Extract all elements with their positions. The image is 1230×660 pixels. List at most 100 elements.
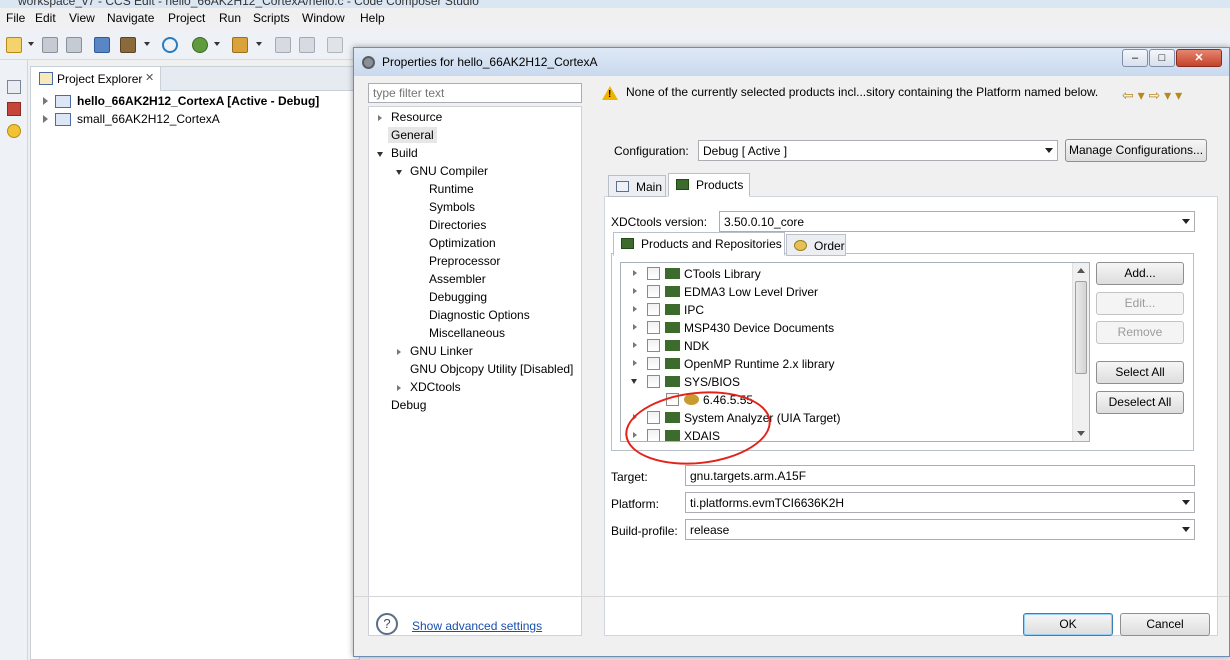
help-icon[interactable]: ? xyxy=(376,613,398,635)
chevron-right-icon[interactable] xyxy=(43,115,48,123)
dialog-title-bar[interactable]: Properties for hello_66AK2H12_CortexA – … xyxy=(354,48,1229,76)
chevron-down-icon[interactable] xyxy=(396,170,402,175)
remove-button[interactable]: Remove xyxy=(1096,321,1184,344)
hammer-icon[interactable] xyxy=(120,37,136,53)
chevron-right-icon[interactable] xyxy=(633,360,637,366)
chevron-right-icon[interactable] xyxy=(397,349,401,355)
toggle-icon[interactable] xyxy=(275,37,291,53)
product-checkbox[interactable] xyxy=(647,321,660,334)
tab-products[interactable]: Products xyxy=(668,173,750,197)
nav-item-assembler[interactable]: Assembler xyxy=(429,272,486,290)
menu-window[interactable]: Window xyxy=(302,11,345,25)
chevron-right-icon[interactable] xyxy=(378,115,382,121)
menu-navigate[interactable]: Navigate xyxy=(107,11,154,25)
chevron-right-icon[interactable] xyxy=(397,385,401,391)
outline-icon[interactable] xyxy=(7,102,21,116)
chevron-right-icon[interactable] xyxy=(43,97,48,105)
chevron-down-icon[interactable] xyxy=(631,379,637,384)
select-all-button[interactable]: Select All xyxy=(1096,361,1184,384)
nav-item-build[interactable]: Build xyxy=(377,146,418,164)
tab-products-repositories[interactable]: Products and Repositories xyxy=(613,232,785,256)
menu-view[interactable]: View xyxy=(69,11,95,25)
tab-order[interactable]: Order xyxy=(786,234,846,256)
nav-item-gnu-compiler[interactable]: GNU Compiler xyxy=(396,164,488,182)
menu-scripts[interactable]: Scripts xyxy=(253,11,290,25)
save-icon[interactable] xyxy=(42,37,58,53)
nav-item-runtime[interactable]: Runtime xyxy=(429,182,474,200)
chevron-down-icon[interactable] xyxy=(256,42,262,46)
back-icon[interactable] xyxy=(327,37,343,53)
product-row[interactable]: NDK xyxy=(621,337,1073,355)
tab-main[interactable]: Main xyxy=(608,175,666,197)
toggle-icon-2[interactable] xyxy=(299,37,315,53)
product-checkbox[interactable] xyxy=(647,339,660,352)
menu-run[interactable]: Run xyxy=(219,11,241,25)
manage-configurations-button[interactable]: Manage Configurations... xyxy=(1065,139,1207,162)
menu-edit[interactable]: Edit xyxy=(35,11,56,25)
debug-icon[interactable] xyxy=(192,37,208,53)
chevron-right-icon[interactable] xyxy=(633,324,637,330)
terminal-icon[interactable] xyxy=(94,37,110,53)
nav-item-gnu-linker[interactable]: GNU Linker xyxy=(397,344,473,362)
product-row-sysbios[interactable]: SYS/BIOS xyxy=(621,373,1073,391)
nav-item-general[interactable]: General xyxy=(388,127,437,146)
maximize-button[interactable]: □ xyxy=(1149,49,1175,67)
product-checkbox[interactable] xyxy=(647,285,660,298)
product-checkbox[interactable] xyxy=(647,267,660,280)
restore-icon[interactable] xyxy=(7,80,21,94)
platform-select[interactable]: ti.platforms.evmTCI6636K2H xyxy=(685,492,1195,513)
chevron-right-icon[interactable] xyxy=(633,270,637,276)
nav-item-symbols[interactable]: Symbols xyxy=(429,200,475,218)
product-checkbox[interactable] xyxy=(647,375,660,388)
product-checkbox[interactable] xyxy=(647,303,660,316)
product-row[interactable]: MSP430 Device Documents xyxy=(621,319,1073,337)
search-icon[interactable] xyxy=(162,37,178,53)
nav-item-optimization[interactable]: Optimization xyxy=(429,236,496,254)
xdctools-select[interactable]: 3.50.0.10_core xyxy=(719,211,1195,232)
minimize-button[interactable]: – xyxy=(1122,49,1148,67)
nav-item-gnu-objcopy[interactable]: GNU Objcopy Utility [Disabled] xyxy=(410,362,573,380)
edit-button[interactable]: Edit... xyxy=(1096,292,1184,315)
chevron-down-icon[interactable] xyxy=(377,152,383,157)
target-input[interactable]: gnu.targets.arm.A15F xyxy=(685,465,1195,486)
chevron-right-icon[interactable] xyxy=(633,342,637,348)
product-checkbox[interactable] xyxy=(647,357,660,370)
add-button[interactable]: Add... xyxy=(1096,262,1184,285)
nav-item-preprocessor[interactable]: Preprocessor xyxy=(429,254,500,272)
scroll-up-icon[interactable] xyxy=(1077,268,1085,273)
new-icon[interactable] xyxy=(6,37,22,53)
chevron-down-icon[interactable] xyxy=(214,42,220,46)
deselect-all-button[interactable]: Deselect All xyxy=(1096,391,1184,414)
scroll-thumb[interactable] xyxy=(1075,281,1087,374)
close-button[interactable]: ✕ xyxy=(1176,49,1222,67)
nav-item-diagnostic-options[interactable]: Diagnostic Options xyxy=(429,308,530,326)
save-all-icon[interactable] xyxy=(66,37,82,53)
bulb-icon[interactable] xyxy=(7,124,21,138)
configuration-select[interactable]: Debug [ Active ] xyxy=(698,140,1058,161)
chevron-down-icon[interactable] xyxy=(28,42,34,46)
chevron-right-icon[interactable] xyxy=(633,306,637,312)
filter-input[interactable] xyxy=(368,83,582,103)
nav-item-directories[interactable]: Directories xyxy=(429,218,486,236)
menu-help[interactable]: Help xyxy=(360,11,385,25)
nav-item-debug[interactable]: Debug xyxy=(391,398,426,416)
show-advanced-settings-link[interactable]: Show advanced settings xyxy=(412,619,542,633)
products-scrollbar[interactable] xyxy=(1072,263,1089,441)
history-nav-icon[interactable]: ⇦ ▾ ⇨ ▾ ▾ xyxy=(1122,87,1182,104)
ok-button[interactable]: OK xyxy=(1023,613,1113,636)
scroll-down-icon[interactable] xyxy=(1077,431,1085,436)
build-profile-select[interactable]: release xyxy=(685,519,1195,540)
product-row[interactable]: IPC xyxy=(621,301,1073,319)
nav-item-debugging[interactable]: Debugging xyxy=(429,290,487,308)
close-icon[interactable]: ✕ xyxy=(145,71,154,84)
flash-icon[interactable] xyxy=(232,37,248,53)
nav-item-miscellaneous[interactable]: Miscellaneous xyxy=(429,326,505,344)
cancel-button[interactable]: Cancel xyxy=(1120,613,1210,636)
tab-project-explorer[interactable]: Project Explorer ✕ xyxy=(31,67,161,91)
chevron-right-icon[interactable] xyxy=(633,288,637,294)
menu-project[interactable]: Project xyxy=(168,11,205,25)
nav-item-xdctools[interactable]: XDCtools xyxy=(397,380,461,398)
menu-file[interactable]: File xyxy=(6,11,25,25)
product-row[interactable]: EDMA3 Low Level Driver xyxy=(621,283,1073,301)
product-row[interactable]: OpenMP Runtime 2.x library xyxy=(621,355,1073,373)
